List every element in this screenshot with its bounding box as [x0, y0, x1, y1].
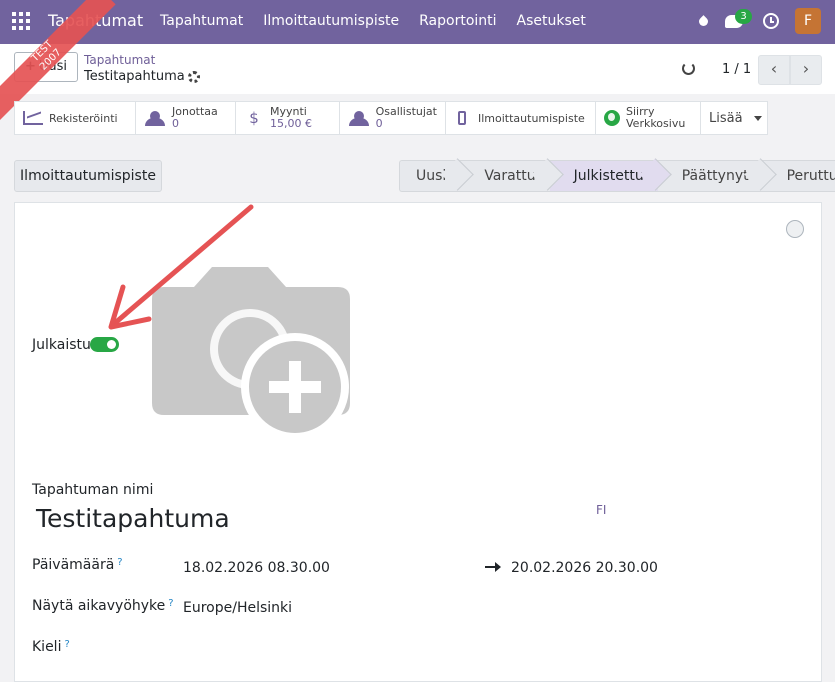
menu-item-registration-desk[interactable]: Ilmoittautumispiste — [263, 13, 399, 29]
sales-smart-button[interactable]: $ Myynti 15,00 € — [236, 102, 340, 134]
control-panel: +Uusi Tapahtumat Testitapahtuma 1 / 1 ‹ … — [0, 44, 835, 94]
registrations-smart-button[interactable]: Rekisteröinti — [15, 102, 136, 134]
arrow-right-icon — [485, 562, 501, 572]
date-end-input[interactable]: 20.02.2026 20.30.00 — [511, 560, 658, 576]
date-label: Päivämäärä? — [32, 557, 123, 573]
systray: 3 F — [698, 8, 821, 34]
help-icon[interactable]: ? — [64, 639, 69, 650]
stage-statusbar: Uusi Varattu Julkistettu Päättynyt Perut… — [399, 160, 835, 192]
pager-next-button[interactable]: › — [790, 55, 822, 85]
timezone-label: Näytä aikavyöhyke? — [32, 598, 174, 614]
top-navbar: Tapahtumat Tapahtumat Ilmoittautumispist… — [0, 0, 835, 44]
help-icon[interactable]: ? — [168, 598, 173, 609]
app-menu-icon[interactable] — [12, 12, 30, 30]
translation-language-button[interactable]: FI — [596, 503, 606, 517]
pager-previous-button[interactable]: ‹ — [758, 55, 790, 85]
breadcrumb-parent[interactable]: Tapahtumat — [84, 53, 155, 67]
go-to-website-smart-button[interactable]: Siirry Verkkosivu — [596, 102, 701, 134]
waiting-smart-button[interactable]: Jonottaa 0 — [136, 102, 236, 134]
dollar-icon: $ — [249, 109, 259, 127]
annotation-arrow — [108, 204, 254, 330]
attendees-smart-button[interactable]: Osallistujat 0 — [340, 102, 446, 134]
registration-desk-button[interactable]: Ilmoittautumispiste — [14, 160, 162, 192]
main-menu: Tapahtumat Ilmoittautumispiste Raportoin… — [160, 13, 586, 29]
phone-icon — [458, 111, 466, 125]
help-icon[interactable]: ? — [117, 557, 122, 568]
language-label: Kieli? — [32, 639, 70, 655]
stage-new[interactable]: Uusi — [399, 160, 461, 192]
pager-value[interactable]: 1 / 1 — [722, 62, 751, 77]
event-name-label: Tapahtuman nimi — [32, 482, 154, 498]
published-toggle[interactable] — [90, 337, 119, 352]
more-dropdown[interactable]: Lisää — [701, 102, 767, 134]
menu-item-settings[interactable]: Asetukset — [517, 13, 586, 29]
globe-icon — [604, 110, 620, 126]
form-sheet: Julkaistu Tapahtuman nimi Testitapahtuma… — [14, 202, 822, 682]
kanban-state-circle[interactable] — [786, 220, 804, 238]
menu-item-events[interactable]: Tapahtumat — [160, 13, 243, 29]
breadcrumb-current: Testitapahtuma — [84, 69, 185, 84]
published-label: Julkaistu — [32, 337, 91, 353]
messages-button[interactable]: 3 — [725, 9, 752, 31]
users-icon — [144, 111, 166, 126]
smart-buttons: Rekisteröinti Jonottaa 0 $ Myynti 15,00 € … — [14, 101, 768, 135]
refresh-icon[interactable] — [682, 62, 695, 75]
gear-icon[interactable] — [188, 71, 200, 83]
stage-booked[interactable]: Varattu — [460, 160, 550, 192]
event-name-input[interactable]: Testitapahtuma — [36, 504, 230, 533]
chat-count-badge: 3 — [735, 9, 752, 24]
stage-ended[interactable]: Päättynyt — [657, 160, 763, 192]
menu-item-reporting[interactable]: Raportointi — [419, 13, 496, 29]
clock-icon[interactable] — [763, 13, 779, 29]
date-start-input[interactable]: 18.02.2026 08.30.00 — [183, 560, 330, 576]
caret-down-icon — [753, 115, 762, 121]
chart-icon — [23, 111, 43, 125]
user-avatar[interactable]: F — [795, 8, 821, 34]
timezone-select[interactable]: Europe/Helsinki — [183, 600, 292, 616]
drop-icon[interactable] — [698, 14, 709, 28]
registration-desk-smart-button[interactable]: Ilmoittautumispiste — [446, 102, 596, 134]
stage-announced[interactable]: Julkistettu — [549, 160, 658, 192]
users-icon — [348, 111, 370, 126]
